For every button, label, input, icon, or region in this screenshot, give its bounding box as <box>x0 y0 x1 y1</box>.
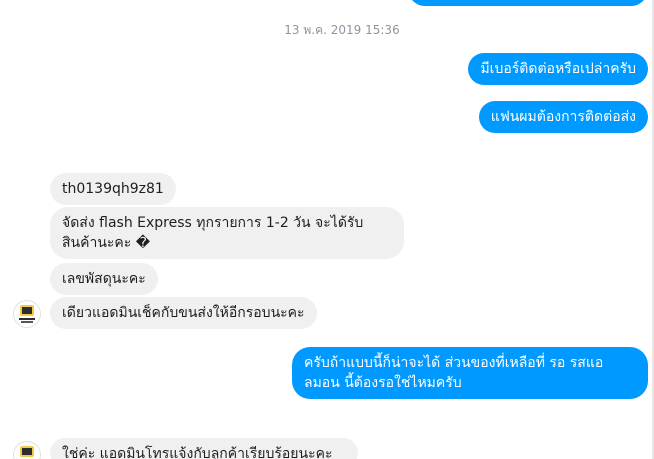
outgoing-message-bubble[interactable]: ครับถ้าแบบนี้ก็น่าจะได้ ส่วนของที่เหลือท… <box>292 347 648 399</box>
message-text-line: สินค้านะคะ � <box>62 235 151 251</box>
message-text-line: ครับถ้าแบบนี้ก็น่าจะได้ ส่วนของที่เหลือท… <box>304 355 604 371</box>
message-text: th0139qh9z81 <box>62 181 164 197</box>
message-text-line: จัดส่ง flash Express ทุกรายการ 1-2 วัน จ… <box>62 215 364 231</box>
message-text: มีเบอร์ติดต่อหรือเปล่าครับ <box>480 61 636 77</box>
shop-logo-icon <box>20 446 34 457</box>
outgoing-message-bubble-cropped[interactable] <box>408 0 648 6</box>
message-text: ใช่ค่ะ แอดมินโทรแจ้งกับลูกค้าเรียบร้อยนะ… <box>62 446 333 459</box>
incoming-message-bubble[interactable]: เลขพัสดุนะคะ <box>50 263 158 295</box>
message-text-line: ลมอน นี้ต้องรอใช่ไหมครับ <box>304 375 462 391</box>
outgoing-message-bubble[interactable]: แฟนผมต้องการติดต่อส่ง <box>478 101 648 133</box>
message-timestamp: 13 พ.ค. 2019 15:36 <box>284 23 400 37</box>
shop-logo-icon <box>19 305 35 323</box>
message-thread: 13 พ.ค. 2019 15:36 มีเบอร์ติดต่อหรือเปล่… <box>0 0 654 459</box>
incoming-message-bubble[interactable]: th0139qh9z81 <box>50 173 176 205</box>
message-text: แฟนผมต้องการติดต่อส่ง <box>490 109 636 125</box>
sender-avatar[interactable] <box>13 300 41 328</box>
incoming-message-bubble[interactable]: ใช่ค่ะ แอดมินโทรแจ้งกับลูกค้าเรียบร้อยนะ… <box>50 438 358 459</box>
sender-avatar[interactable] <box>13 441 41 459</box>
message-text: เดียวแอดมินเช็คกับขนส่งให้อีกรอบนะคะ <box>62 305 305 321</box>
incoming-message-bubble[interactable]: เดียวแอดมินเช็คกับขนส่งให้อีกรอบนะคะ <box>50 297 317 329</box>
incoming-message-bubble[interactable]: จัดส่ง flash Express ทุกรายการ 1-2 วัน จ… <box>50 207 404 259</box>
message-text: เลขพัสดุนะคะ <box>62 271 146 287</box>
outgoing-message-bubble[interactable]: มีเบอร์ติดต่อหรือเปล่าครับ <box>468 53 648 85</box>
